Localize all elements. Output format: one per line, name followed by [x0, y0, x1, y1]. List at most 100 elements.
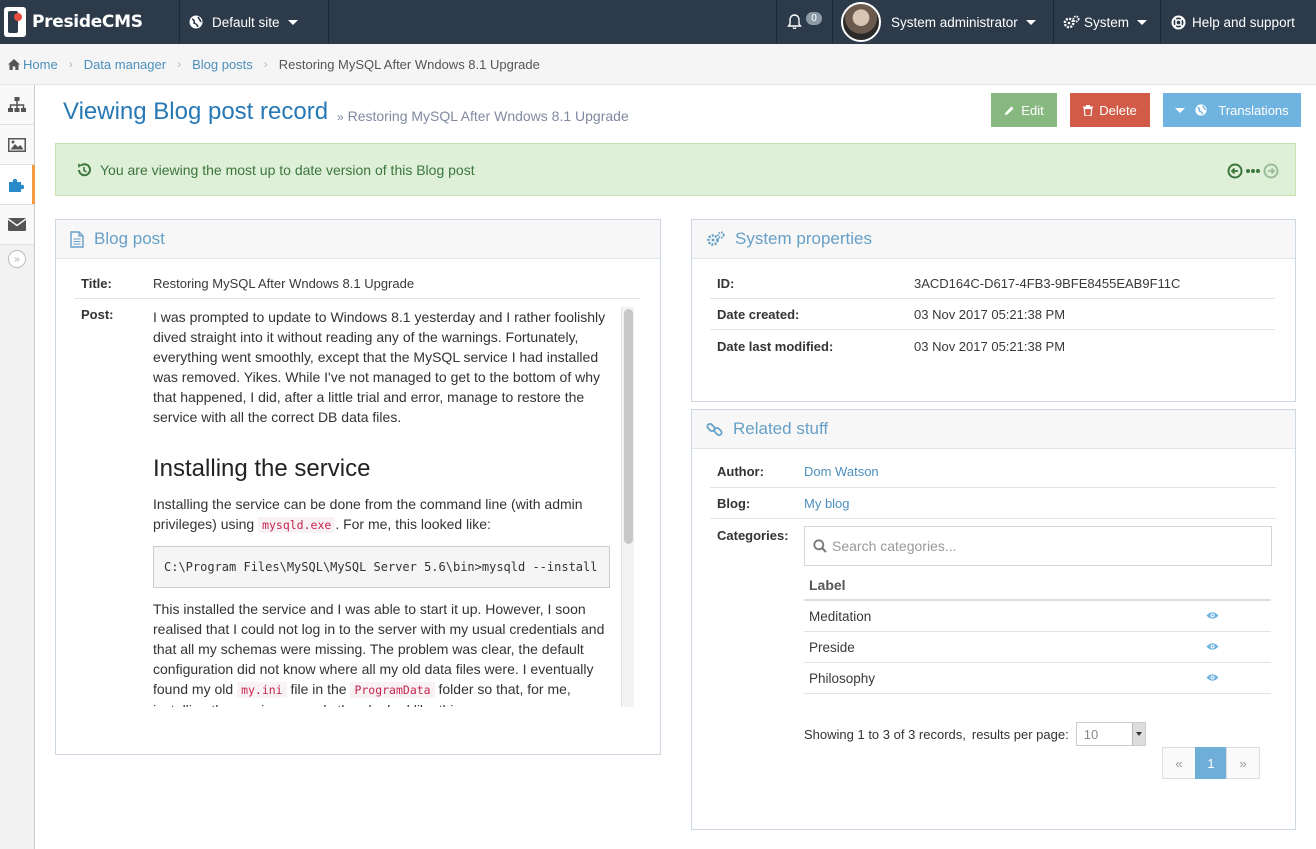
text: file in the	[290, 681, 347, 697]
pencil-icon	[1005, 106, 1014, 115]
breadcrumb: Home › Data manager › Blog posts › Resto…	[0, 44, 1316, 85]
post-label: Post:	[81, 307, 114, 322]
chevron-right-icon: ›	[68, 57, 73, 71]
page-next-button[interactable]: »	[1226, 747, 1260, 779]
categories-label: Categories:	[717, 528, 789, 543]
translations-label: Translations	[1218, 102, 1289, 118]
search-icon	[813, 539, 827, 553]
breadcrumb-home[interactable]: Home	[23, 57, 58, 72]
ellipsis-icon	[1246, 169, 1260, 173]
life-ring-icon	[1171, 15, 1186, 29]
inline-code: ProgramData	[350, 682, 435, 698]
chevron-down-icon	[1025, 19, 1036, 25]
breadcrumb-data-manager[interactable]: Data manager	[84, 57, 166, 72]
sidebar-item-assets[interactable]	[0, 125, 34, 165]
puzzle-icon	[9, 178, 24, 192]
notification-count-badge: 0	[806, 11, 822, 25]
page-subtitle-text: Restoring MySQL After Wndows 8.1 Upgrade	[347, 108, 629, 124]
code-block: C:\Program Files\MySQL\MySQL Server 5.6\…	[153, 546, 610, 588]
page-prev-button[interactable]: «	[1162, 747, 1196, 779]
system-properties-panel: System properties ID: 3ACD164C-D617-4FB3…	[691, 219, 1296, 402]
version-navigation	[1227, 163, 1279, 179]
divider	[710, 329, 1275, 330]
system-menu[interactable]: System	[1053, 0, 1160, 44]
blog-post-panel-header: Blog post	[56, 220, 660, 259]
chevron-right-icon: ›	[177, 57, 182, 71]
sidebar-collapse-toggle[interactable]: »	[0, 245, 34, 273]
table-header-label[interactable]: Label	[804, 571, 1271, 601]
version-alert: You are viewing the most up to date vers…	[55, 143, 1296, 196]
top-navbar: PresideCMS Default site 0 System adminis…	[0, 0, 1316, 44]
help-label: Help and support	[1192, 14, 1295, 30]
globe-icon	[1195, 104, 1207, 116]
avatar	[841, 2, 881, 42]
inline-code: mysqld.exe	[258, 517, 336, 533]
text: . For me, this looked like:	[335, 516, 491, 532]
left-sidebar: »	[0, 85, 35, 849]
edit-button[interactable]: Edit	[991, 93, 1057, 127]
home-icon	[8, 58, 20, 70]
divider	[74, 298, 640, 299]
breadcrumb-blog-posts[interactable]: Blog posts	[192, 57, 253, 72]
sitemap-icon	[8, 96, 26, 112]
cogs-icon	[706, 231, 725, 247]
double-chevron-right-icon: »	[337, 110, 344, 124]
chevron-down-icon	[287, 19, 298, 25]
author-link[interactable]: Dom Watson	[804, 464, 879, 479]
related-stuff-header: Related stuff	[692, 410, 1295, 449]
chevron-down-icon	[1137, 19, 1148, 25]
chevron-down-icon	[1175, 107, 1186, 113]
eye-icon[interactable]	[1206, 642, 1219, 651]
chevron-right-icon: ›	[263, 57, 268, 71]
double-chevron-right-icon: »	[8, 250, 26, 268]
page-1-button[interactable]: 1	[1195, 747, 1227, 779]
eye-icon[interactable]	[1206, 673, 1219, 682]
notifications-button[interactable]: 0	[776, 0, 832, 44]
category-label: Preside	[809, 639, 855, 655]
date-created-value: 03 Nov 2017 05:21:38 PM	[914, 307, 1066, 322]
divider	[710, 487, 1276, 488]
sidebar-item-email[interactable]	[0, 205, 34, 245]
category-search-input[interactable]: Search categories...	[804, 526, 1272, 566]
post-scrollbar[interactable]	[621, 307, 634, 707]
date-modified-label: Date last modified:	[717, 339, 834, 354]
category-label: Philosophy	[809, 670, 876, 686]
picture-icon	[8, 137, 26, 152]
page-title: Viewing Blog post record	[63, 98, 329, 125]
post-content[interactable]: I was prompted to update to Windows 8.1 …	[153, 307, 634, 707]
divider	[710, 298, 1275, 299]
system-properties-title: System properties	[735, 229, 872, 248]
cogs-icon	[1063, 15, 1080, 28]
translations-button[interactable]: Translations	[1163, 93, 1301, 127]
post-paragraph: I was prompted to update to Windows 8.1 …	[153, 309, 606, 425]
sidebar-item-sitetree[interactable]	[0, 85, 34, 125]
envelope-icon	[8, 218, 26, 231]
page-subtitle: » Restoring MySQL After Wndows 8.1 Upgra…	[337, 108, 629, 124]
site-selector-label: Default site	[212, 14, 280, 30]
system-properties-header: System properties	[692, 220, 1295, 259]
table-row: Philosophy	[804, 663, 1271, 694]
brand[interactable]: PresideCMS	[0, 0, 180, 44]
per-page-select[interactable]: 10	[1075, 722, 1146, 746]
help-menu[interactable]: Help and support	[1160, 0, 1316, 44]
blog-post-panel: Blog post Title: Restoring MySQL After W…	[55, 219, 661, 755]
site-selector[interactable]: Default site	[181, 0, 329, 44]
edit-label: Edit	[1021, 102, 1044, 118]
showing-records-text: Showing 1 to 3 of 3 records,	[804, 726, 966, 742]
previous-version-icon[interactable]	[1227, 163, 1243, 179]
bell-icon	[787, 14, 803, 30]
blog-link[interactable]: My blog	[804, 496, 850, 511]
user-menu[interactable]: System administrator	[832, 0, 1053, 44]
breadcrumb-current: Restoring MySQL After Wndows 8.1 Upgrade	[278, 56, 540, 72]
blog-label: Blog:	[717, 496, 751, 511]
chevron-down-icon	[1131, 723, 1145, 745]
scrollbar-thumb[interactable]	[624, 309, 633, 544]
categories-table: Label Meditation Preside Philosophy	[804, 571, 1271, 694]
sidebar-item-data-manager[interactable]	[0, 165, 35, 205]
delete-button[interactable]: Delete	[1070, 93, 1150, 127]
table-row: Meditation	[804, 601, 1271, 632]
pagination-info: Showing 1 to 3 of 3 records, results per…	[804, 722, 1146, 746]
category-label: Meditation	[809, 608, 872, 624]
per-page-label: results per page:	[971, 726, 1069, 742]
eye-icon[interactable]	[1206, 611, 1219, 620]
